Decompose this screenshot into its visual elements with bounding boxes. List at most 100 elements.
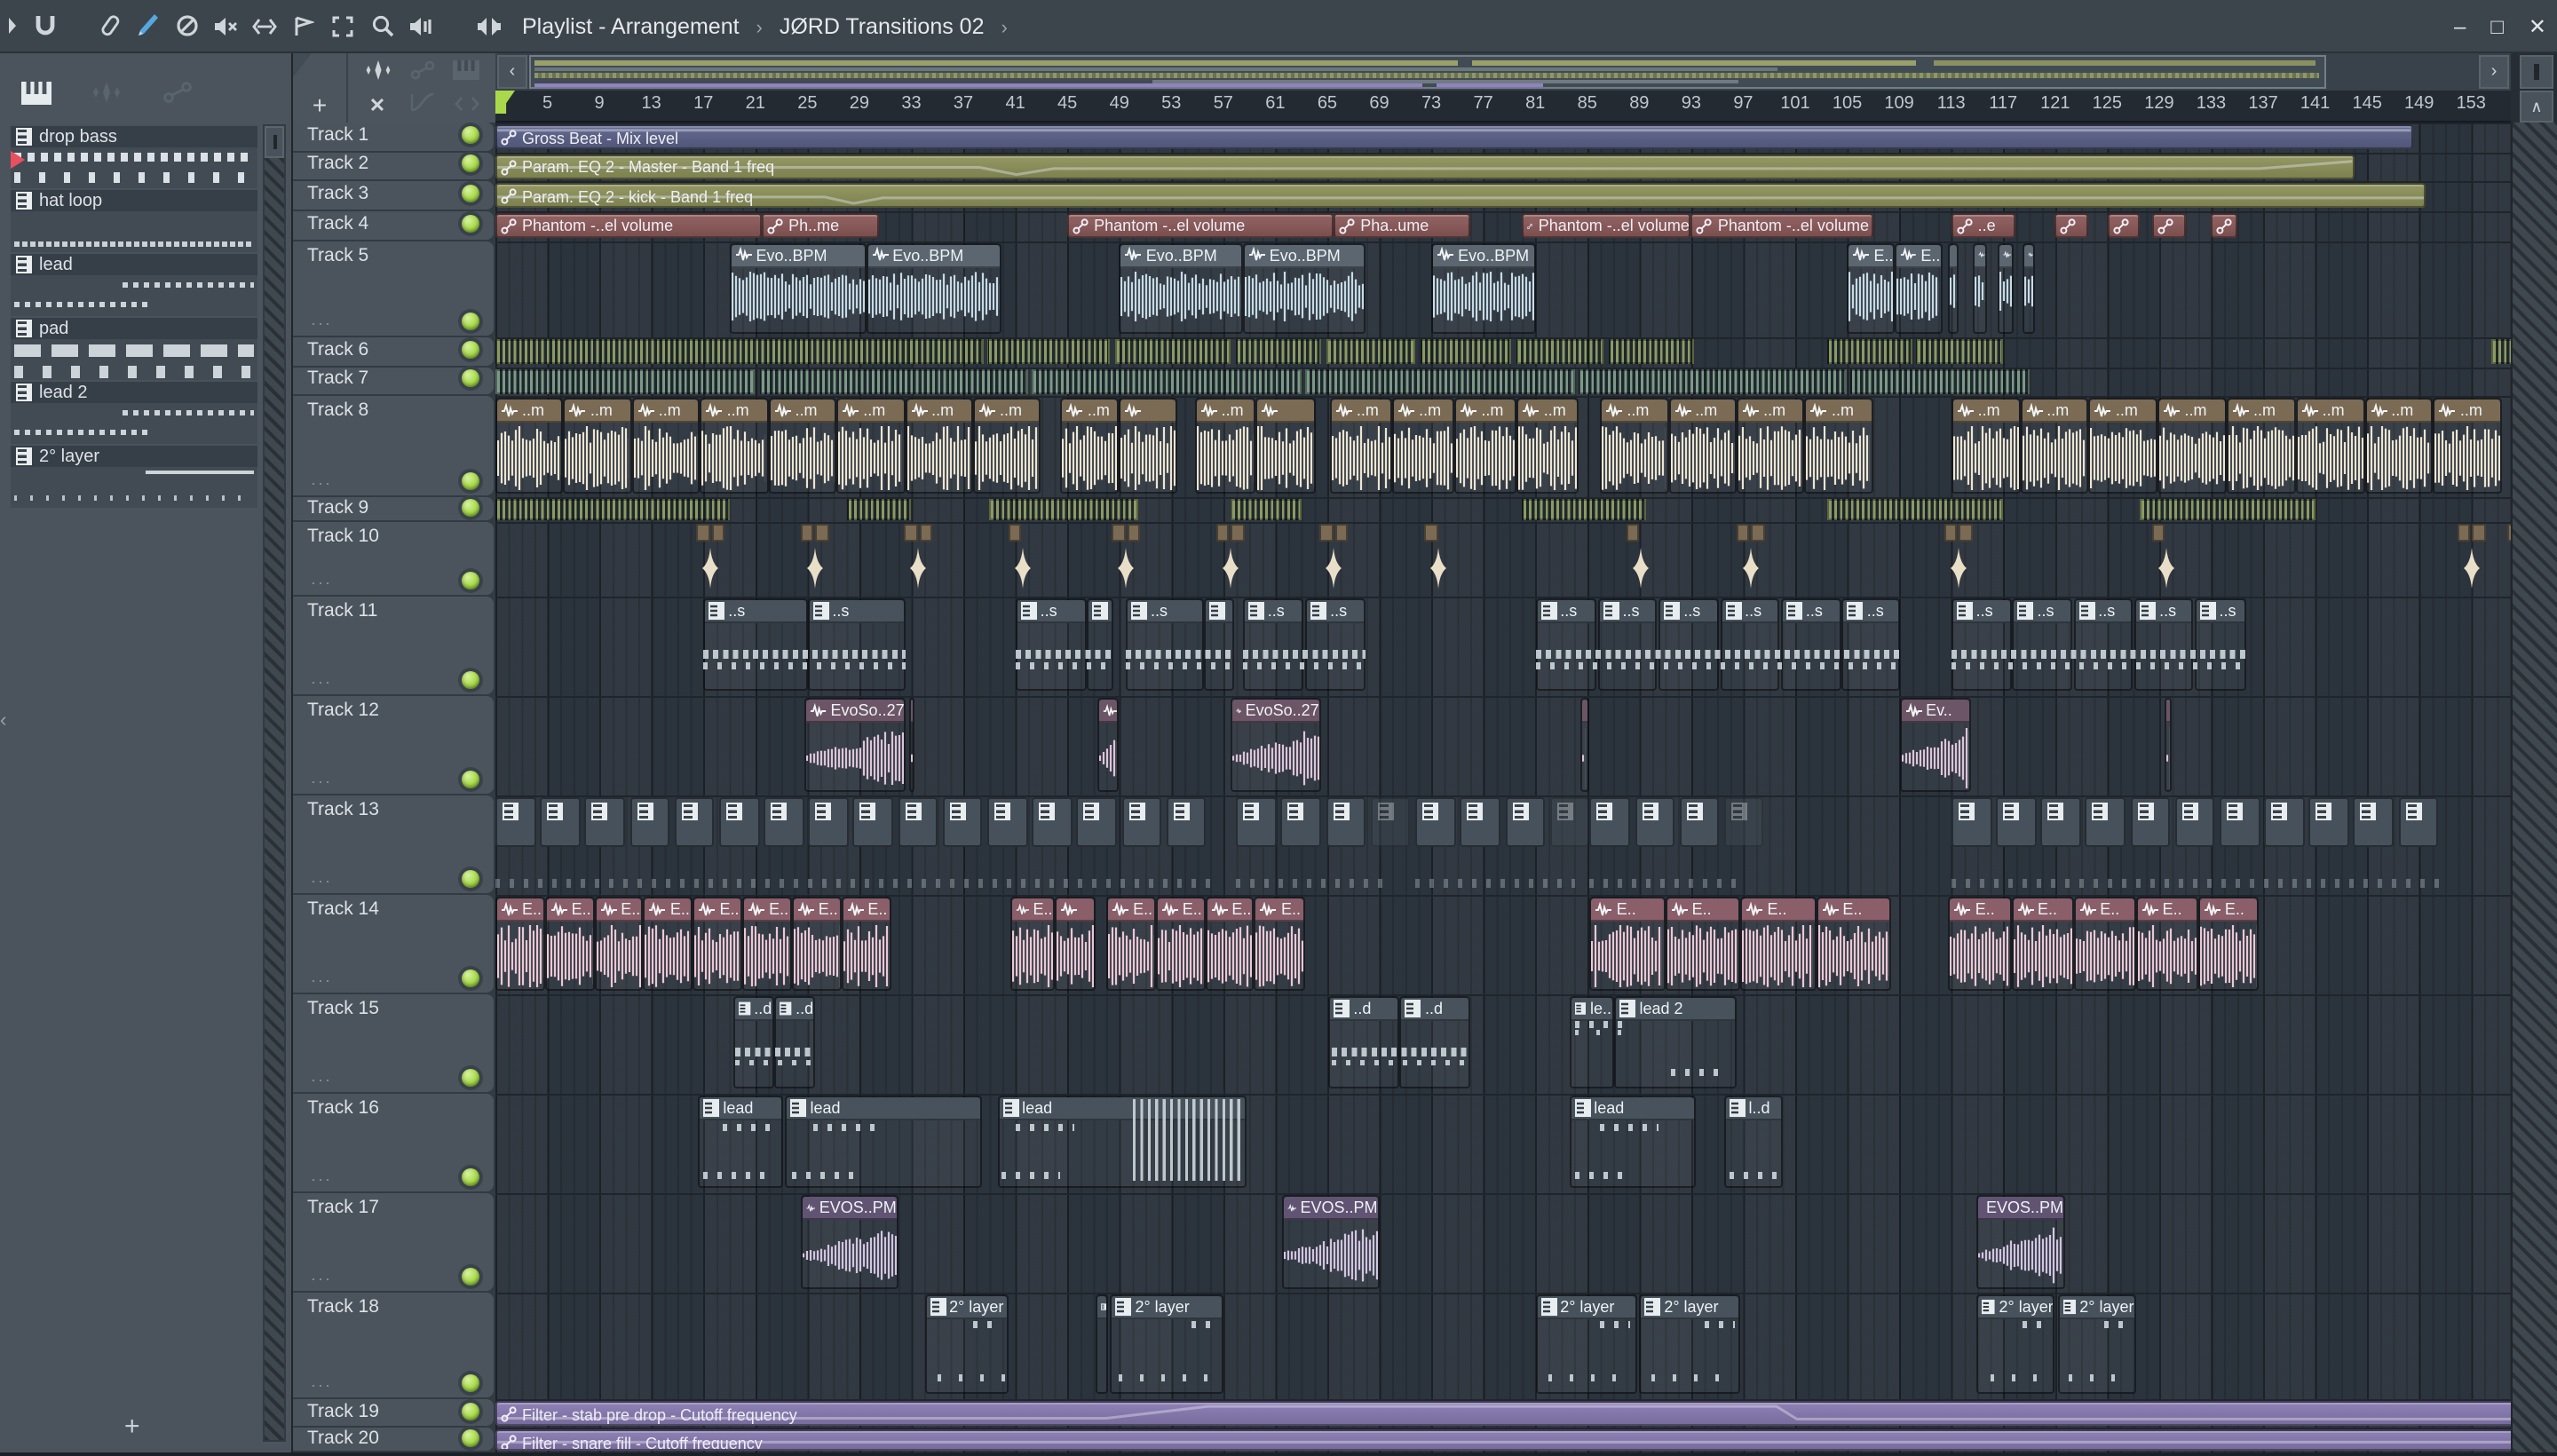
- audio-clip[interactable]: Evo..BPM: [1242, 242, 1366, 334]
- midi-pattern-clip[interactable]: [2219, 797, 2260, 847]
- midi-pattern-clip[interactable]: [1032, 797, 1073, 847]
- midi-pattern-clip[interactable]: ..s: [1658, 598, 1719, 691]
- track-name-row[interactable]: Track 1: [293, 123, 494, 150]
- midi-pattern-clip[interactable]: [1679, 797, 1720, 847]
- midi-pattern-clip[interactable]: [1203, 598, 1234, 691]
- midi-pattern-clip[interactable]: ..s: [1305, 598, 1366, 691]
- audio-clip[interactable]: [1751, 524, 1765, 542]
- track-mute-led[interactable]: [462, 771, 479, 788]
- audio-clip[interactable]: [1334, 524, 1349, 542]
- track-mute-led[interactable]: [462, 369, 479, 388]
- edge-collapse-icon[interactable]: ‹: [0, 710, 6, 732]
- curve-icon[interactable]: [409, 89, 434, 121]
- midi-pattern-clip[interactable]: [2353, 797, 2395, 847]
- midi-pattern-clip[interactable]: ..s: [1780, 598, 1841, 691]
- track-mute-led[interactable]: [462, 1168, 479, 1186]
- midi-pattern-clip[interactable]: [1280, 797, 1322, 847]
- pattern-strip-clip[interactable]: [989, 499, 1139, 519]
- swap-icon[interactable]: [454, 89, 479, 121]
- track-options-dots[interactable]: ···: [311, 1376, 332, 1394]
- audio-clip[interactable]: ..m: [563, 398, 632, 494]
- audio-clip[interactable]: [919, 524, 933, 542]
- track-options-dots[interactable]: ···: [311, 1071, 332, 1088]
- track-name-row[interactable]: Track 5 ···: [293, 241, 494, 336]
- midi-pattern-clip[interactable]: [2174, 797, 2215, 847]
- pattern-strip-clip[interactable]: [846, 499, 912, 519]
- track-name-row[interactable]: Track 19: [293, 1399, 494, 1426]
- playhead-marker[interactable]: [495, 91, 515, 114]
- audio-clip[interactable]: [1215, 524, 1230, 542]
- audio-clip[interactable]: ..m: [1516, 398, 1579, 494]
- audio-clip[interactable]: ..m: [700, 398, 769, 494]
- automation-clip[interactable]: Phantom -..el volume: [1067, 212, 1334, 238]
- automation-clip[interactable]: Filter - stab pre drop - Cutoff frequenc…: [495, 1401, 2511, 1425]
- track-name-row[interactable]: Track 2: [293, 152, 494, 179]
- midi-pattern-clip[interactable]: [718, 797, 760, 847]
- pattern-strip-clip[interactable]: [1230, 499, 1302, 519]
- track-name-row[interactable]: Track 15 ···: [293, 994, 494, 1092]
- track-mute-led[interactable]: [462, 214, 479, 232]
- audio-clip[interactable]: ..m: [836, 398, 906, 494]
- audio-clip[interactable]: ..m: [973, 398, 1041, 494]
- track-name-row[interactable]: Track 3: [293, 181, 494, 209]
- playlist-lanes[interactable]: Gross Beat - Mix level Param. EQ 2 - Mast…: [495, 123, 2511, 1452]
- audio-clip[interactable]: Evo..BPM: [729, 242, 867, 334]
- audio-clip[interactable]: E..: [495, 897, 545, 991]
- overview-handle-button[interactable]: [2520, 55, 2553, 89]
- track-mute-led[interactable]: [462, 870, 479, 888]
- midi-pattern-clip[interactable]: [1166, 797, 1207, 847]
- midi-pattern-clip[interactable]: [495, 797, 536, 847]
- vertical-scrollbar[interactable]: [2511, 123, 2557, 1452]
- midi-pattern-clip[interactable]: [2130, 797, 2171, 847]
- midi-pattern-clip[interactable]: [584, 797, 626, 847]
- track-mute-led[interactable]: [462, 1268, 479, 1286]
- track-mute-led[interactable]: [462, 472, 479, 490]
- midi-pattern-clip[interactable]: [2308, 797, 2349, 847]
- audio-clip[interactable]: ..m: [2088, 398, 2158, 494]
- audio-clip[interactable]: [1580, 698, 1589, 792]
- midi-pattern-clip[interactable]: ..s: [1015, 598, 1088, 691]
- audio-clip[interactable]: ..m: [1454, 398, 1517, 494]
- midi-pattern-clip[interactable]: [1370, 797, 1411, 847]
- pattern-strip-clip[interactable]: [495, 339, 983, 364]
- audio-clip[interactable]: ..m: [1737, 398, 1805, 494]
- pattern-strip-clip[interactable]: [1522, 499, 1646, 519]
- track-name-row[interactable]: Track 14 ···: [293, 895, 494, 993]
- audio-clip[interactable]: [1255, 398, 1316, 494]
- audio-clip[interactable]: EvoSo..27: [804, 698, 906, 792]
- pattern-strip-clip[interactable]: [759, 368, 1029, 393]
- midi-pattern-clip[interactable]: ..s: [2134, 598, 2193, 691]
- audio-clip[interactable]: [1947, 242, 1959, 334]
- audio-clip[interactable]: E..: [791, 897, 842, 991]
- audio-clip[interactable]: ..m: [2433, 398, 2503, 494]
- audio-clip[interactable]: E..: [742, 897, 792, 991]
- audio-clip[interactable]: E..: [594, 897, 644, 991]
- audio-clip[interactable]: EVOS..PM: [1976, 1195, 2064, 1289]
- picker-add-button[interactable]: +: [124, 1412, 140, 1442]
- audio-clip[interactable]: [1319, 524, 1334, 542]
- midi-pattern-clip[interactable]: [1951, 797, 1992, 847]
- preview-speaker-icon[interactable]: [401, 10, 440, 42]
- audio-wave-tab[interactable]: [71, 82, 142, 103]
- audio-clip[interactable]: [904, 524, 918, 542]
- pattern-strip-clip[interactable]: [1032, 368, 1302, 393]
- audio-clip[interactable]: E..: [643, 897, 693, 991]
- track-name-row[interactable]: Track 9: [293, 496, 494, 520]
- automation-clip[interactable]: Pha..ume: [1334, 212, 1470, 238]
- track-name-row[interactable]: Track 11 ···: [293, 597, 494, 694]
- audio-clip[interactable]: Evo..BPM: [866, 242, 1002, 334]
- audio-clip[interactable]: [1424, 524, 1438, 542]
- automation-clip[interactable]: Phantom -..el volume: [1522, 212, 1691, 238]
- pattern-strip-clip[interactable]: [495, 368, 756, 393]
- slide-icon[interactable]: [89, 10, 128, 42]
- audio-clip[interactable]: [1959, 524, 1973, 542]
- midi-pattern-clip[interactable]: [1121, 797, 1162, 847]
- track-name-row[interactable]: Track 8 ···: [293, 396, 494, 495]
- midi-pattern-clip[interactable]: [1096, 1294, 1109, 1394]
- automation-clip[interactable]: [2054, 212, 2088, 238]
- audio-clip[interactable]: ..m: [1392, 398, 1455, 494]
- track-options-dots[interactable]: ···: [311, 1270, 332, 1287]
- audio-clip[interactable]: ..m: [2020, 398, 2089, 494]
- audio-clip[interactable]: [1736, 524, 1750, 542]
- audio-clip[interactable]: E..: [2011, 897, 2074, 991]
